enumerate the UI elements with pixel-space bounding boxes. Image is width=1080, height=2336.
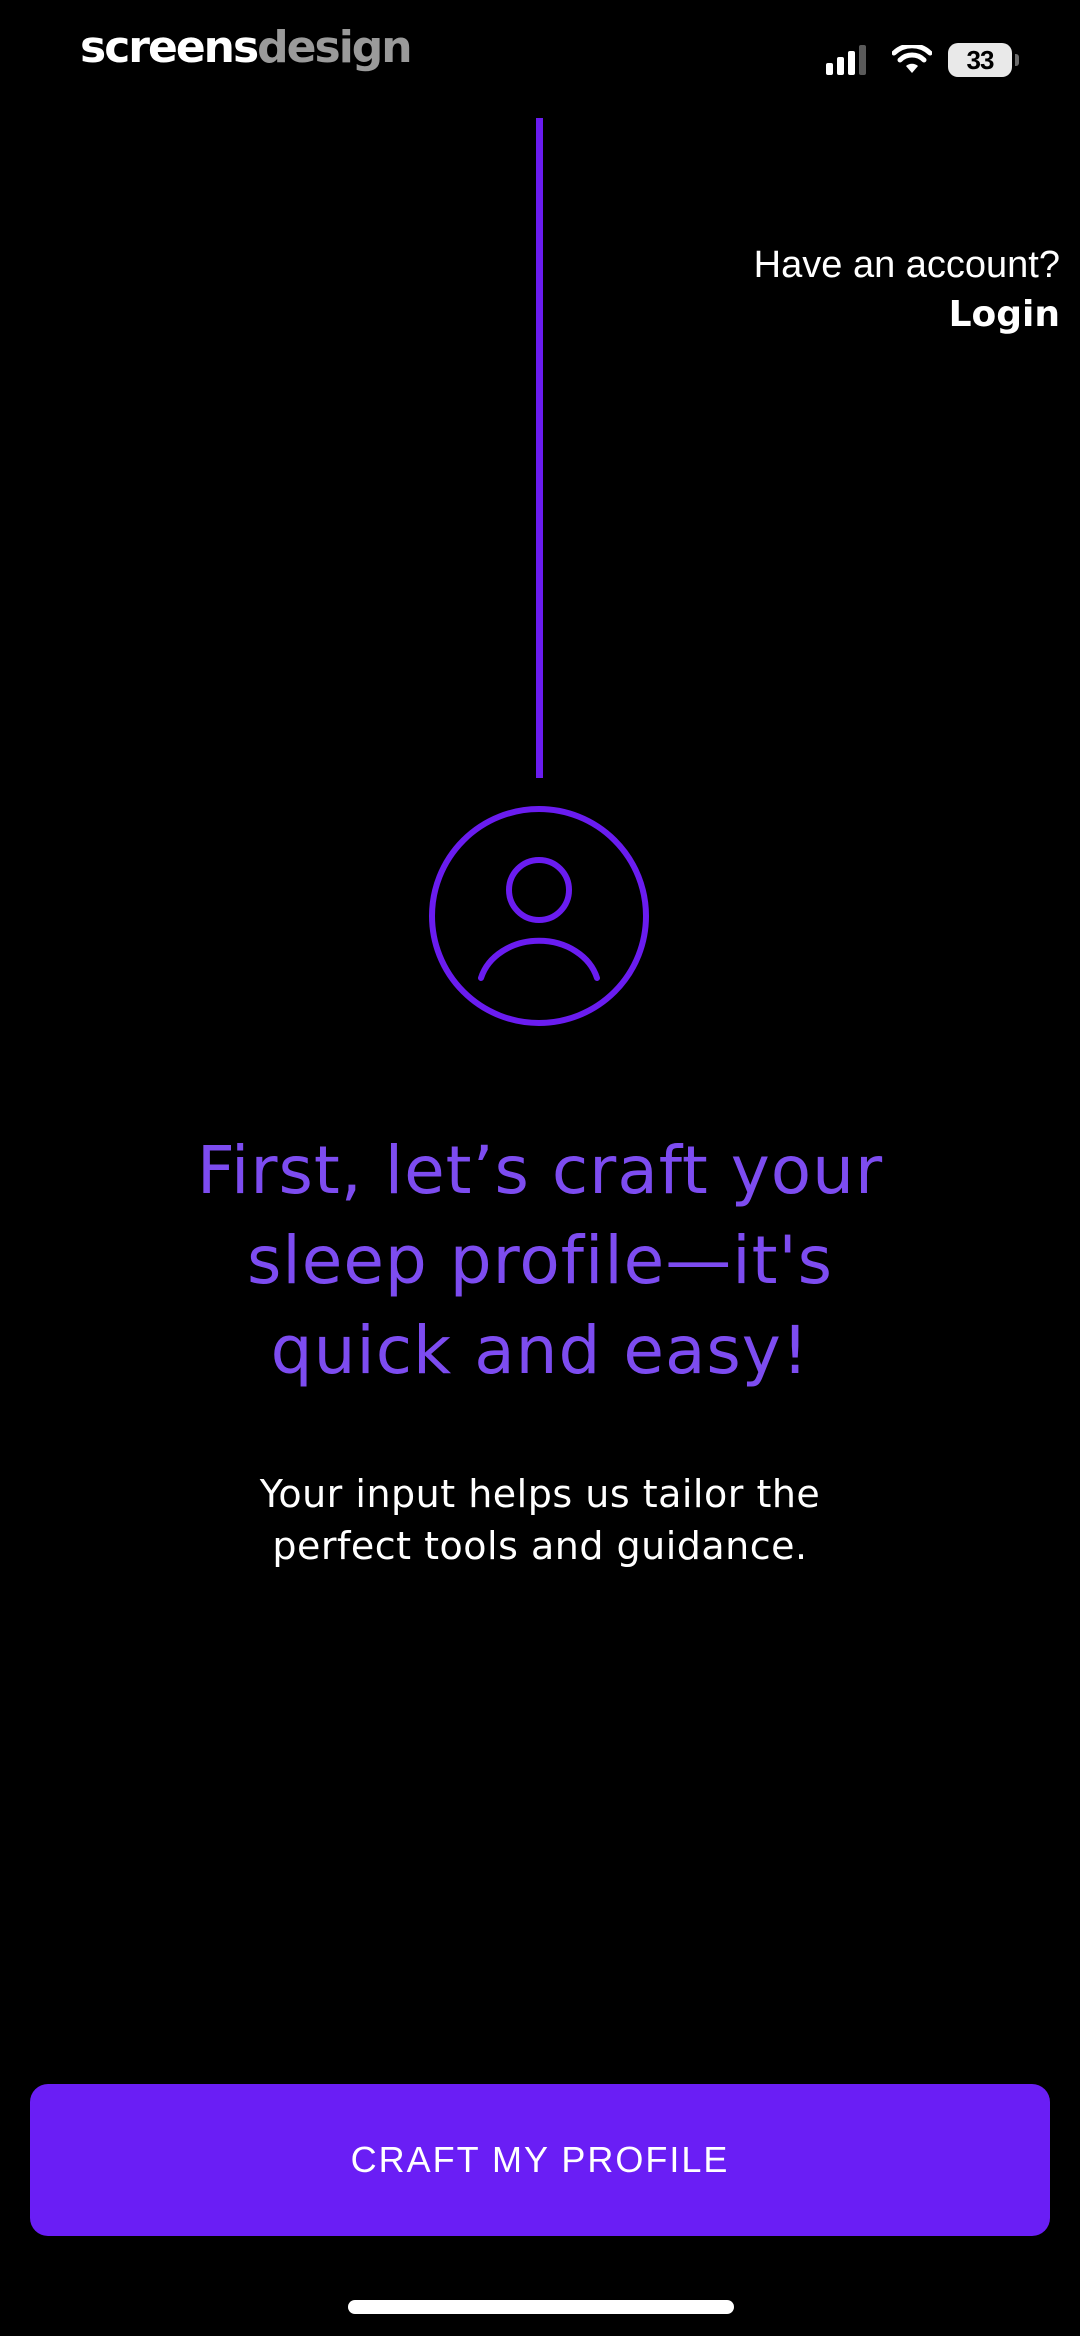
onboarding-headline: First, let’s craft your sleep profile—it…: [90, 1126, 990, 1396]
watermark-part-screens: screens: [80, 22, 259, 73]
subtext-line: Your input helps us tailor the: [259, 1472, 821, 1516]
headline-line: quick and easy!: [270, 1312, 810, 1389]
user-profile-icon: [429, 806, 649, 1026]
cellular-signal-icon: [826, 45, 870, 75]
craft-my-profile-button[interactable]: CRAFT MY PROFILE: [30, 2084, 1050, 2236]
craft-my-profile-label: CRAFT MY PROFILE: [350, 2139, 730, 2180]
onboarding-subtext: Your input helps us tailor the perfect t…: [120, 1468, 960, 1572]
vertical-accent-line: [536, 118, 543, 778]
subtext-line: perfect tools and guidance.: [272, 1524, 808, 1568]
watermark-part-design: design: [257, 22, 412, 73]
headline-line: sleep profile—it's: [246, 1222, 834, 1299]
headline-line: First, let’s craft your: [196, 1132, 884, 1209]
screensdesign-watermark: screensdesign: [80, 18, 413, 78]
battery-icon: 33: [948, 43, 1019, 77]
battery-level: 33: [966, 44, 995, 75]
home-indicator[interactable]: [348, 2300, 734, 2314]
have-account-prompt: Have an account?: [753, 244, 1060, 286]
wifi-icon: [892, 45, 932, 73]
login-link[interactable]: Login: [949, 288, 1060, 342]
status-bar-icons: 33: [826, 40, 1019, 80]
